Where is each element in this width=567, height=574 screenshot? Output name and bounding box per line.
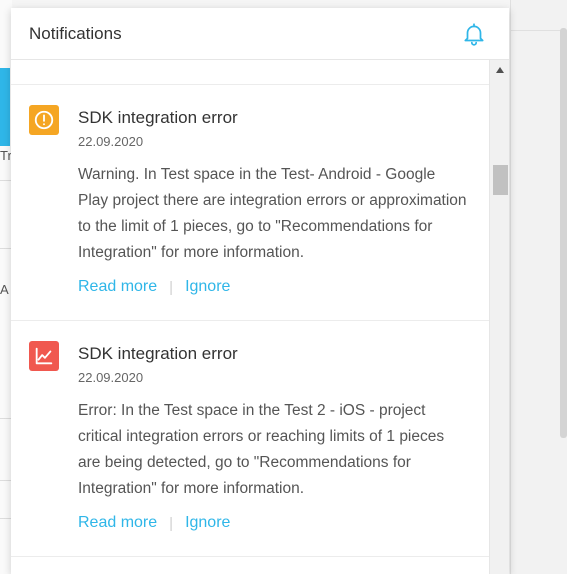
bell-icon[interactable] — [461, 21, 487, 47]
background-accent-block — [0, 68, 10, 146]
notification-title: SDK integration error — [78, 344, 238, 363]
read-more-link[interactable]: Read more — [78, 278, 157, 296]
panel-title: Notifications — [29, 23, 122, 43]
list-top-spacer — [11, 60, 489, 85]
notifications-scroll-area: SDK integration error 22.09.2020 Warning… — [11, 60, 509, 574]
scroll-thumb[interactable] — [493, 165, 508, 195]
notification-body: SDK integration error 22.09.2020 Warning… — [78, 105, 469, 296]
background-divider — [510, 30, 567, 31]
ignore-link[interactable]: Ignore — [185, 514, 230, 532]
notification-actions: Read more | Ignore — [78, 514, 469, 532]
chart-line-icon — [29, 341, 59, 371]
notification-text: Warning. In Test space in the Test- Andr… — [78, 166, 467, 261]
notification-item: SDK integration error 22.09.2020 Error: … — [11, 321, 489, 557]
notification-date: 22.09.2020 — [78, 370, 144, 385]
panel-scrollbar[interactable] — [489, 60, 509, 574]
action-separator: | — [169, 514, 174, 532]
ignore-link[interactable]: Ignore — [185, 278, 230, 296]
notification-date: 22.09.2020 — [78, 134, 144, 149]
notification-text: Error: In the Test space in the Test 2 -… — [78, 402, 445, 497]
notification-body: SDK integration error 22.09.2020 Error: … — [78, 341, 469, 532]
background-scrollbar[interactable] — [560, 28, 567, 438]
notification-actions: Read more | Ignore — [78, 278, 469, 296]
read-more-link[interactable]: Read more — [78, 514, 157, 532]
notification-item: SDK integration error 22.09.2020 Warning… — [11, 85, 489, 321]
action-separator: | — [169, 278, 174, 296]
warning-circle-icon — [29, 105, 59, 135]
panel-header: Notifications — [11, 8, 509, 60]
notifications-list: SDK integration error 22.09.2020 Warning… — [11, 60, 489, 557]
background-right-area — [510, 0, 567, 574]
notifications-panel: Notifications SDK integration error 22.0… — [11, 8, 509, 574]
notification-title: SDK integration error — [78, 108, 238, 127]
scroll-up-arrow-icon[interactable] — [490, 66, 509, 76]
background-text-fragment: A — [0, 282, 9, 297]
